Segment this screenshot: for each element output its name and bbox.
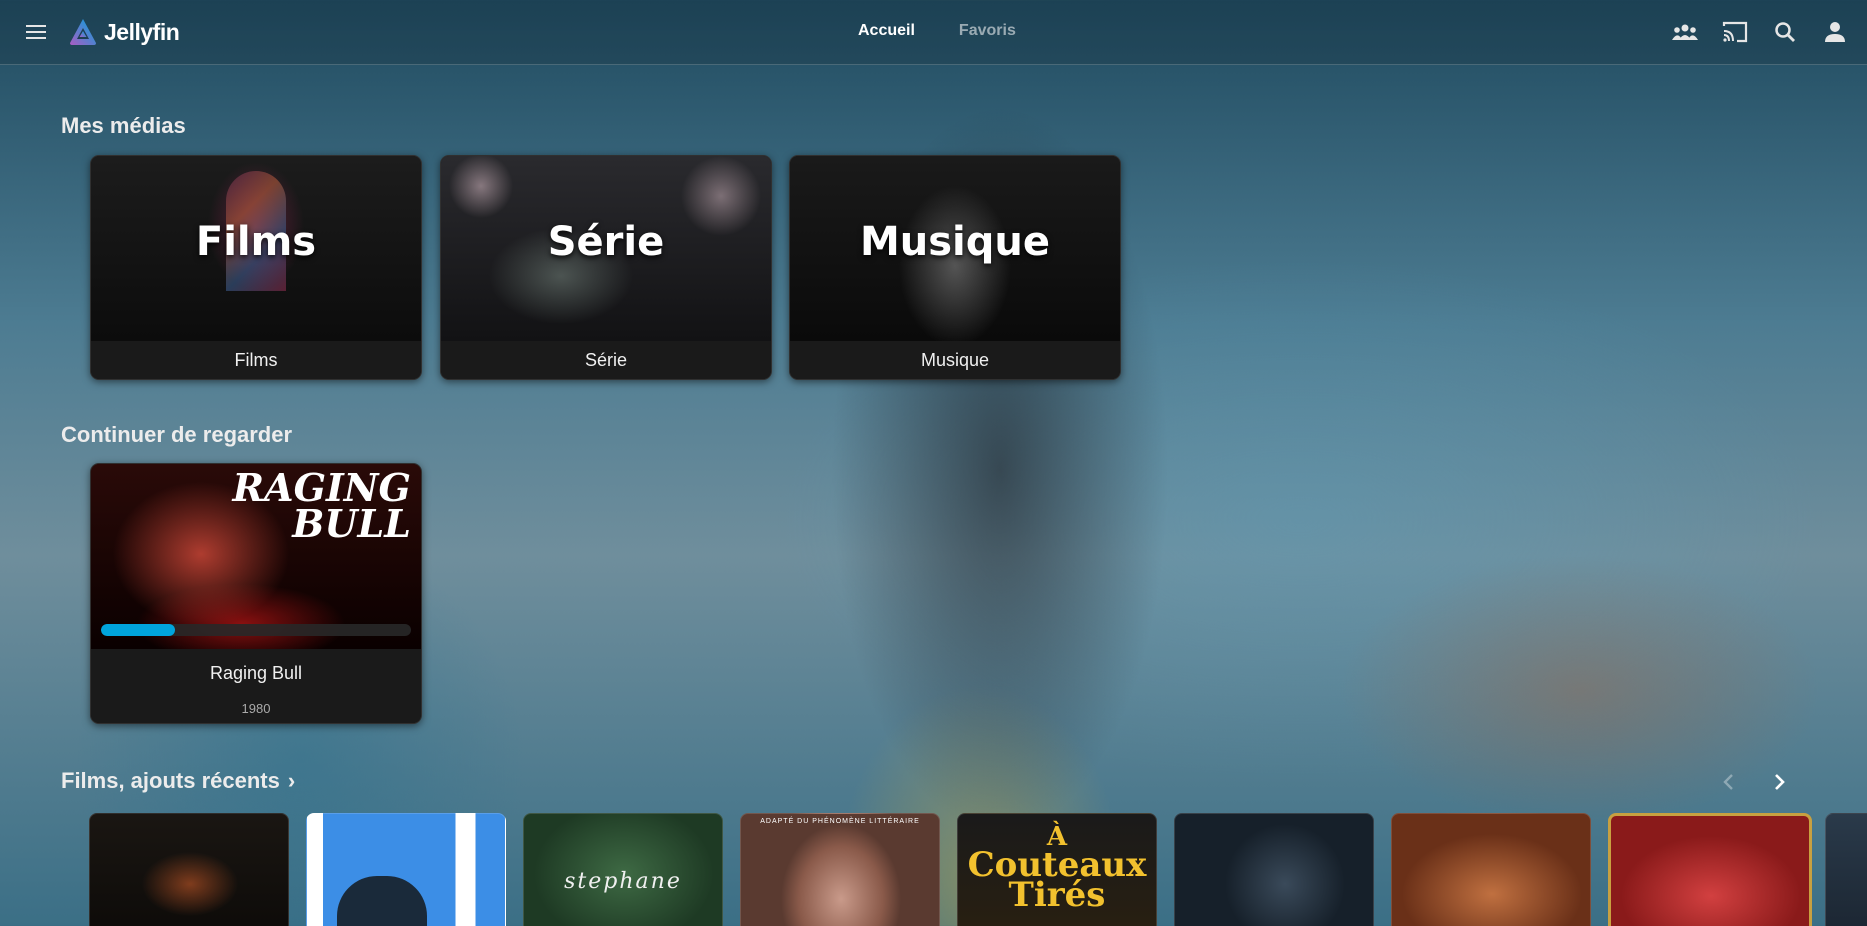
music-label: Musique — [790, 341, 1120, 379]
header-actions — [1671, 18, 1849, 46]
poster-4-tagline: ADAPTÉ DU PHÉNOMÈNE LITTÉRAIRE — [760, 818, 920, 825]
poster-3-title: stephane — [564, 869, 682, 894]
poster-8[interactable] — [1608, 813, 1812, 926]
library-card-series[interactable]: Série Série — [440, 155, 772, 380]
search-icon[interactable] — [1771, 18, 1799, 46]
poster-3[interactable]: stephane — [523, 813, 723, 926]
scroll-left-button[interactable] — [1715, 768, 1743, 796]
poster-5[interactable]: À Couteaux Tirés — [957, 813, 1157, 926]
poster-7[interactable] — [1391, 813, 1591, 926]
menu-icon[interactable] — [22, 20, 50, 44]
tab-home[interactable]: Accueil — [858, 22, 915, 40]
poster-4[interactable]: ADAPTÉ DU PHÉNOMÈNE LITTÉRAIRE — [740, 813, 940, 926]
progress-bar — [101, 624, 411, 636]
scroll-right-button[interactable] — [1765, 768, 1793, 796]
films-thumbnail: Films — [91, 156, 421, 341]
tab-favorites[interactable]: Favoris — [959, 22, 1016, 40]
chevron-right-icon: › — [287, 768, 296, 793]
films-label: Films — [91, 341, 421, 379]
top-header: Jellyfin Accueil Favoris — [0, 0, 1867, 65]
progress-fill — [101, 624, 176, 636]
chevron-right-icon — [1775, 774, 1785, 790]
series-thumbnail: Série — [441, 156, 771, 341]
continue-watching-title: Continuer de regarder — [61, 422, 293, 447]
raging-bull-art-title: RAGING BULL — [232, 465, 411, 546]
library-card-films[interactable]: Films Films — [90, 155, 422, 380]
my-media-title: Mes médias — [61, 113, 186, 138]
user-icon[interactable] — [1821, 18, 1849, 46]
sync-play-icon[interactable] — [1671, 18, 1699, 46]
poster-9-partial[interactable] — [1825, 813, 1867, 926]
logo[interactable]: Jellyfin — [68, 16, 180, 48]
films-overlay-title: Films — [195, 219, 317, 265]
raging-bull-title: Raging Bull — [91, 649, 421, 693]
recent-movies-link[interactable]: Films, ajouts récents › — [61, 768, 295, 794]
chevron-left-icon — [1723, 774, 1733, 790]
series-label: Série — [441, 341, 771, 379]
app-name: Jellyfin — [104, 18, 180, 45]
cast-icon[interactable] — [1721, 18, 1749, 46]
jellyfin-logo-icon — [70, 19, 96, 45]
music-thumbnail: Musique — [790, 156, 1120, 341]
poster-1[interactable] — [89, 813, 289, 926]
main-tabs: Accueil Favoris — [858, 22, 1016, 40]
raging-bull-year: 1980 — [91, 693, 421, 723]
poster-5-title: À Couteaux Tirés — [967, 822, 1147, 915]
poster-2[interactable] — [306, 813, 506, 926]
library-card-music[interactable]: Musique Musique — [789, 155, 1121, 380]
series-overlay-title: Série — [547, 219, 665, 265]
raging-bull-thumbnail: RAGING BULL — [91, 464, 421, 649]
music-overlay-title: Musique — [859, 219, 1051, 265]
poster-6[interactable] — [1174, 813, 1374, 926]
continue-card-raging-bull[interactable]: RAGING BULL Raging Bull 1980 — [90, 463, 422, 724]
recent-movies-title: Films, ajouts récents — [61, 768, 280, 793]
